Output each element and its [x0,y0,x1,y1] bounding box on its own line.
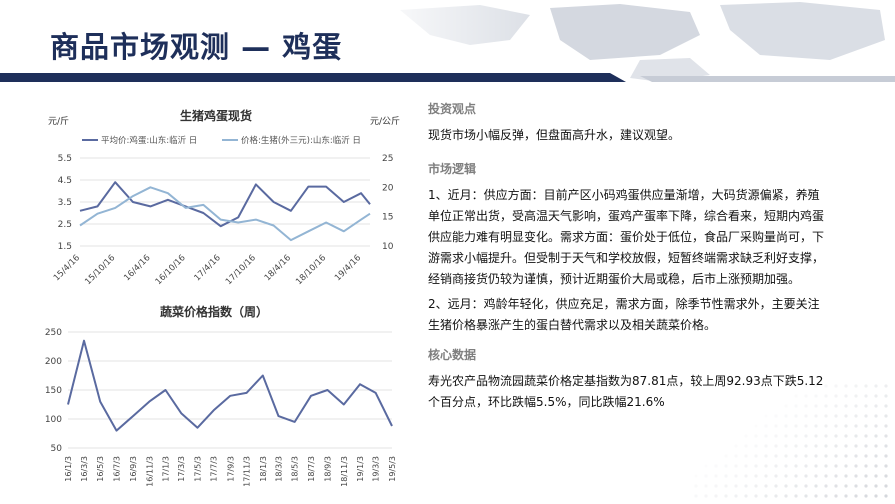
header: 商品市场观测 — 鸡蛋 [0,0,895,82]
bottom-x-tick-label: 17/1/3 [162,456,171,482]
bottom-x-tick-label: 17/11/3 [243,456,252,487]
legend-egg: 平均价:鸡蛋:山东:临沂 日 [82,134,197,146]
bottom-x-tick-label: 17/9/3 [226,456,235,482]
legend-hog: 价格:生猪(外三元):山东:临沂 日 [222,134,361,146]
bottom-x-tick-label: 18/5/3 [291,456,300,482]
hog-price-line [79,186,371,242]
top-left-tick-label: 5.5 [58,154,72,164]
section-paragraph: 2、远月：鸡龄年轻化，供应充足，需求方面，除季节性需求外，主要关注生猪价格暴涨产… [428,297,820,332]
legend-egg-label: 平均价:鸡蛋:山东:临沂 日 [101,136,198,146]
bottom-x-tick-label: 18/1/3 [259,456,268,482]
title-underline [0,73,895,82]
bottom-x-tick-label: 16/7/3 [112,456,121,482]
bottom-x-tick-label: 19/5/3 [388,456,397,482]
bottom-x-tick-label: 16/5/3 [96,456,105,482]
bottom-x-tick-label: 16/11/3 [145,456,154,487]
top-right-tick-label: 10 [382,242,394,252]
bottom-y-tick-label: 150 [45,386,62,396]
legend-hog-swatch [222,139,238,141]
bottom-y-tick-label: 200 [45,357,62,367]
bottom-x-tick-label: 17/5/3 [193,456,202,482]
section-heading: 市场逻辑 [428,162,477,176]
top-chart-right-unit: 元/公斤 [370,117,401,127]
top-right-tick-label: 25 [382,154,393,164]
bottom-x-tick-label: 16/1/3 [64,456,73,482]
top-chart-title: 生猪鸡蛋现货 [180,109,253,123]
bottom-x-tick-label: 16/3/3 [80,456,89,482]
vegetable-index-line [67,339,393,432]
bottom-chart-title: 蔬菜价格指数（周） [160,305,269,319]
top-left-tick-label: 3.5 [58,198,72,208]
top-x-tick-label: 17/10/16 [224,253,258,287]
section-paragraph: 现货市场小幅反弹，但盘面高升水，建议观望。 [428,128,681,142]
top-x-tick-label: 16/4/16 [122,253,152,283]
dot-pattern-decoration [694,384,888,498]
world-map-decoration [360,0,895,82]
bottom-x-tick-label: 18/9/3 [324,456,333,482]
section-paragraph: 1、近月：供应方面：目前产区小码鸡蛋供应量渐增，大码货源偏紧，养殖单位正常出货，… [428,188,825,286]
page-title: 商品市场观测 — 鸡蛋 [50,30,343,64]
top-chart: 5.54.53.52.51.52520151015/4/16 15/10/16 16… [52,154,394,287]
top-left-tick-label: 2.5 [58,220,72,230]
bottom-y-tick-label: 250 [45,328,62,338]
top-left-tick-label: 4.5 [58,176,72,186]
bottom-chart: 250 200 150 100 5016/1/3 16/3/3 16/5/3 16/7/3 16… [45,328,397,487]
top-right-tick-label: 15 [382,213,393,223]
bottom-x-tick-label: 18/7/3 [307,456,316,482]
top-x-tick-label: 18/10/16 [294,253,328,287]
bottom-x-tick-label: 17/3/3 [177,456,186,482]
section-heading: 投资观点 [428,102,477,116]
bottom-x-tick-label: 18/3/3 [274,456,283,482]
top-x-tick-label: 19/4/16 [333,253,363,283]
bottom-x-tick-label: 19/1/3 [356,456,365,482]
legend-egg-swatch [82,139,98,141]
legend-hog-label: 价格:生猪(外三元):山东:临沂 日 [241,136,361,146]
bottom-x-tick-label: 17/7/3 [210,456,219,482]
top-x-tick-label: 15/10/16 [83,253,117,287]
top-chart-left-unit: 元/斤 [48,117,70,127]
top-right-tick-label: 20 [382,183,394,193]
bottom-y-tick-label: 100 [45,415,62,425]
bottom-x-tick-label: 18/11/3 [340,456,349,487]
commentary-panel: 投资观点现货市场小幅反弹，但盘面高升水，建议观望。 市场逻辑 1、近月：供应方面：目… [428,100,828,423]
top-x-tick-label: 17/4/16 [193,253,223,283]
bottom-x-tick-label: 19/3/3 [372,456,381,482]
top-x-tick-label: 15/4/16 [52,253,82,283]
bottom-y-tick-label: 50 [51,444,63,454]
section-heading: 核心数据 [428,348,477,362]
slide: 商品市场观测 — 鸡蛋 生猪鸡蛋现货 元/斤 元/公斤 平均价:鸡蛋:山东:临沂… [0,0,895,504]
top-x-tick-label: 18/4/16 [263,253,293,283]
top-x-tick-label: 16/10/16 [154,253,188,287]
top-left-tick-label: 1.5 [58,242,72,252]
bottom-x-tick-label: 16/9/3 [129,456,138,482]
